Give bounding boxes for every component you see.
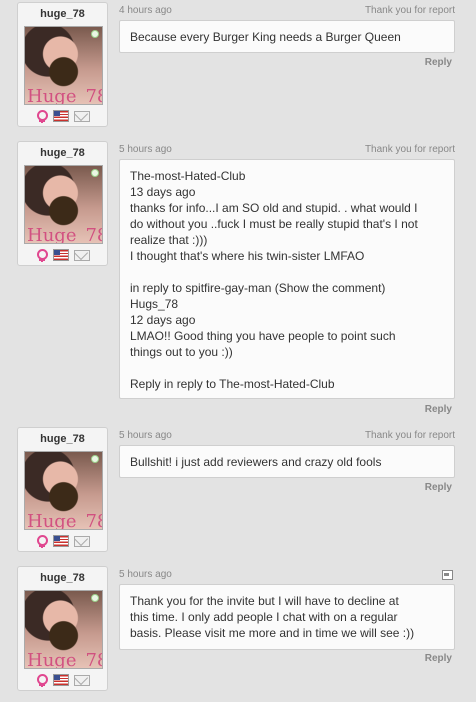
user-icons xyxy=(18,249,107,262)
mail-icon[interactable] xyxy=(73,674,90,686)
us-flag-icon xyxy=(52,110,69,122)
comment-text: Thank you for the invite but I will have… xyxy=(130,594,399,608)
comment-text: this time. I only add people I chat with… xyxy=(130,610,398,624)
user-icons xyxy=(18,674,107,687)
avatar-watermark: Huge_78 xyxy=(27,225,103,244)
comment-text: in reply to spitfire-gay-man (Show the c… xyxy=(130,281,386,295)
female-gender-icon xyxy=(36,110,48,123)
timestamp: 5 hours ago xyxy=(119,430,172,441)
online-status-icon xyxy=(91,594,99,602)
us-flag-icon xyxy=(52,249,69,261)
user-card: huge_78 Huge_78 xyxy=(17,427,108,552)
comment-text: Hugs_78 xyxy=(130,297,179,311)
comment-text: do without you ..fuck I must be really s… xyxy=(130,217,418,231)
reply-button[interactable]: Reply xyxy=(425,653,452,664)
comment-text: LMAO!! Good thing you have people to poi… xyxy=(130,329,396,343)
online-status-icon xyxy=(91,30,99,38)
online-status-icon xyxy=(91,455,99,463)
timestamp: 5 hours ago xyxy=(119,569,172,580)
user-icons xyxy=(18,535,107,548)
reply-button[interactable]: Reply xyxy=(425,57,452,68)
username[interactable]: huge_78 xyxy=(18,572,107,584)
comment-text: 12 days ago xyxy=(130,313,196,327)
avatar-watermark: Huge_78 xyxy=(27,511,103,530)
report-link[interactable]: Thank you for report xyxy=(365,5,455,16)
username[interactable]: huge_78 xyxy=(18,147,107,159)
online-status-icon xyxy=(91,169,99,177)
mail-icon[interactable] xyxy=(73,110,90,122)
avatar[interactable]: Huge_78 xyxy=(24,451,103,530)
avatar-watermark: Huge_78 xyxy=(27,650,103,669)
reply-button[interactable]: Reply xyxy=(425,482,452,493)
comment-text: realize that :))) xyxy=(130,233,208,247)
comment-body: Thank you for the invite but I will have… xyxy=(119,584,455,650)
timestamp: 5 hours ago xyxy=(119,144,172,155)
female-gender-icon xyxy=(36,674,48,687)
comment-text: things out to you :)) xyxy=(130,345,233,359)
comment-text: Because every Burger King needs a Burger… xyxy=(130,30,401,44)
comment-text: Bullshit! i just add reviewers and crazy… xyxy=(130,455,382,469)
avatar[interactable]: Huge_78 xyxy=(24,165,103,244)
avatar[interactable]: Huge_78 xyxy=(24,590,103,669)
user-card: huge_78 Huge_78 xyxy=(17,141,108,266)
comment-body: Bullshit! i just add reviewers and crazy… xyxy=(119,445,455,478)
comment-text: 13 days ago xyxy=(130,185,196,199)
reply-button[interactable]: Reply xyxy=(425,404,452,415)
us-flag-icon xyxy=(52,674,69,686)
mail-icon[interactable] xyxy=(73,535,90,547)
user-card: huge_78 Huge_78 xyxy=(17,566,108,691)
user-card: huge_78 Huge_78 xyxy=(17,2,108,127)
comment-text: I thought that's where his twin-sister L… xyxy=(130,249,365,263)
female-gender-icon xyxy=(36,535,48,548)
avatar[interactable]: Huge_78 xyxy=(24,26,103,105)
report-link[interactable]: Thank you for report xyxy=(365,430,455,441)
us-flag-icon xyxy=(52,535,69,547)
user-icons xyxy=(18,110,107,123)
comment-body: The-most-Hated-Club 13 days ago thanks f… xyxy=(119,159,455,399)
username[interactable]: huge_78 xyxy=(18,433,107,445)
female-gender-icon xyxy=(36,249,48,262)
avatar-watermark: Huge_78 xyxy=(27,86,103,105)
report-link[interactable]: Thank you for report xyxy=(365,144,455,155)
comment-text: thanks for info...I am SO old and stupid… xyxy=(130,201,418,215)
comment-text: basis. Please visit me more and in time … xyxy=(130,626,415,640)
comment-body: Because every Burger King needs a Burger… xyxy=(119,20,455,53)
report-flag-icon[interactable] xyxy=(442,570,453,580)
username[interactable]: huge_78 xyxy=(18,8,107,20)
comment-text: Reply in reply to The-most-Hated-Club xyxy=(130,377,335,391)
timestamp: 4 hours ago xyxy=(119,5,172,16)
comment-text: The-most-Hated-Club xyxy=(130,169,246,183)
mail-icon[interactable] xyxy=(73,249,90,261)
